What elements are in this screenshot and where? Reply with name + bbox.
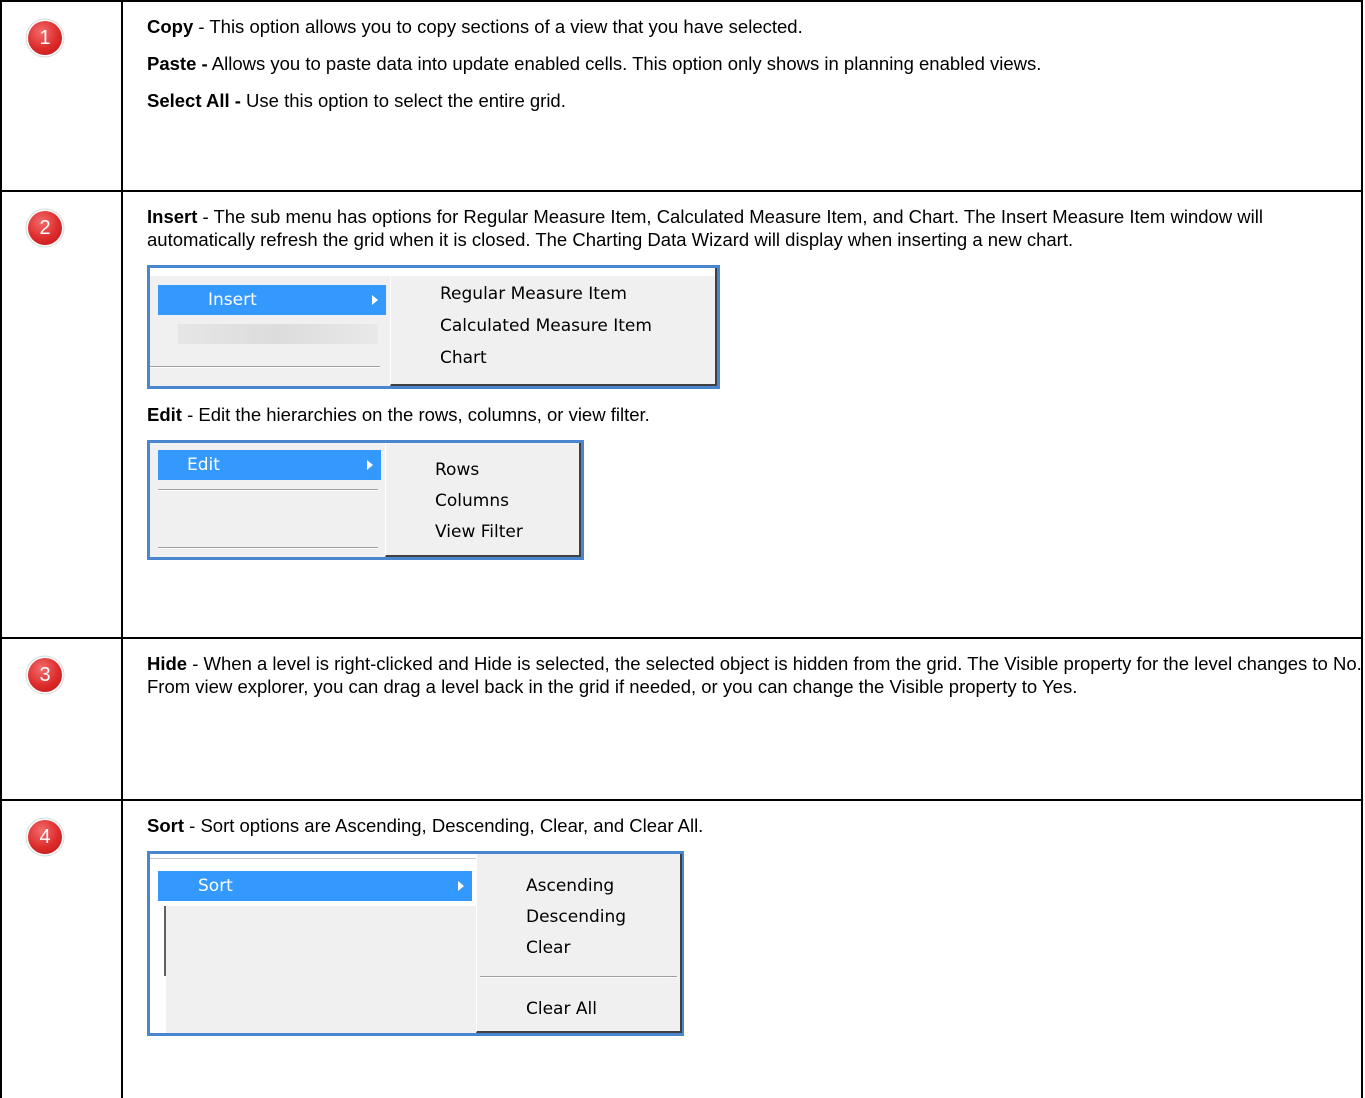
step-badge-3: 3 [28,658,62,692]
menu-separator [150,366,380,368]
edit-menu-screenshot: Edit Rows Columns View Filter [147,440,584,560]
number-cell: 1 [0,0,123,192]
insert-menu-screenshot: Insert Regular Measure Item Calculated M… [147,265,720,389]
menu-item-insert[interactable]: Insert [158,285,386,315]
menu-separator [480,976,677,978]
menu-item-columns[interactable]: Columns [435,491,509,511]
menu-item-calculated-measure[interactable]: Calculated Measure Item [440,316,652,336]
submenu-arrow-icon [372,295,378,305]
context-menu: Insert [150,268,390,386]
edit-description: Edit - Edit the hierarchies on the rows,… [147,404,650,425]
menu-item-sort[interactable]: Sort [158,871,472,901]
menu-item-clear[interactable]: Clear [526,938,570,958]
submenu-arrow-icon [458,881,464,891]
menu-item-clear-all[interactable]: Clear All [526,999,597,1019]
menu-item-ascending[interactable]: Ascending [526,876,614,896]
menu-item-edit[interactable]: Edit [158,450,381,480]
step-badge-4: 4 [28,820,62,854]
insert-submenu: Regular Measure Item Calculated Measure … [390,268,717,386]
sort-description: Sort - Sort options are Ascending, Desce… [147,815,704,836]
context-menu: Sort [150,854,476,1033]
menu-separator [158,489,378,491]
insert-description: Insert - The sub menu has options for Re… [147,206,1264,250]
step-badge-1: 1 [28,21,62,55]
menu-item-rows[interactable]: Rows [435,460,479,480]
number-cell: 4 [0,799,123,1098]
paste-description: Paste - Allows you to paste data into up… [147,53,1042,74]
table-row: 1 Copy - This option allows you to copy … [0,0,1363,192]
select-all-description: Select All - Use this option to select t… [147,90,566,111]
table-row: 3 Hide - When a level is right-clicked a… [0,637,1363,801]
number-cell: 2 [0,190,123,639]
description-cell: Insert - The sub menu has options for Re… [121,190,1363,639]
edit-submenu: Rows Columns View Filter [385,443,581,557]
description-cell: Sort - Sort options are Ascending, Desce… [121,799,1363,1098]
menu-item-regular-measure[interactable]: Regular Measure Item [440,284,627,304]
description-cell: Hide - When a level is right-clicked and… [121,637,1363,801]
context-menu: Edit [150,443,385,557]
hide-description: Hide - When a level is right-clicked and… [147,653,1362,697]
menu-item-chart[interactable]: Chart [440,348,487,368]
menu-separator [158,547,378,549]
sort-menu-screenshot: Sort Ascending Descending Clear Clear Al… [147,851,684,1036]
copy-description: Copy - This option allows you to copy se… [147,16,803,37]
description-cell: Copy - This option allows you to copy se… [121,0,1363,192]
options-table: 1 Copy - This option allows you to copy … [0,0,1363,1098]
table-row: 2 Insert - The sub menu has options for … [0,190,1363,639]
number-cell: 3 [0,637,123,801]
step-badge-2: 2 [28,211,62,245]
submenu-arrow-icon [367,460,373,470]
menu-item-descending[interactable]: Descending [526,907,626,927]
menu-item-view-filter[interactable]: View Filter [435,522,523,542]
sort-submenu: Ascending Descending Clear Clear All [476,854,682,1033]
table-row: 4 Sort - Sort options are Ascending, Des… [0,799,1363,1098]
